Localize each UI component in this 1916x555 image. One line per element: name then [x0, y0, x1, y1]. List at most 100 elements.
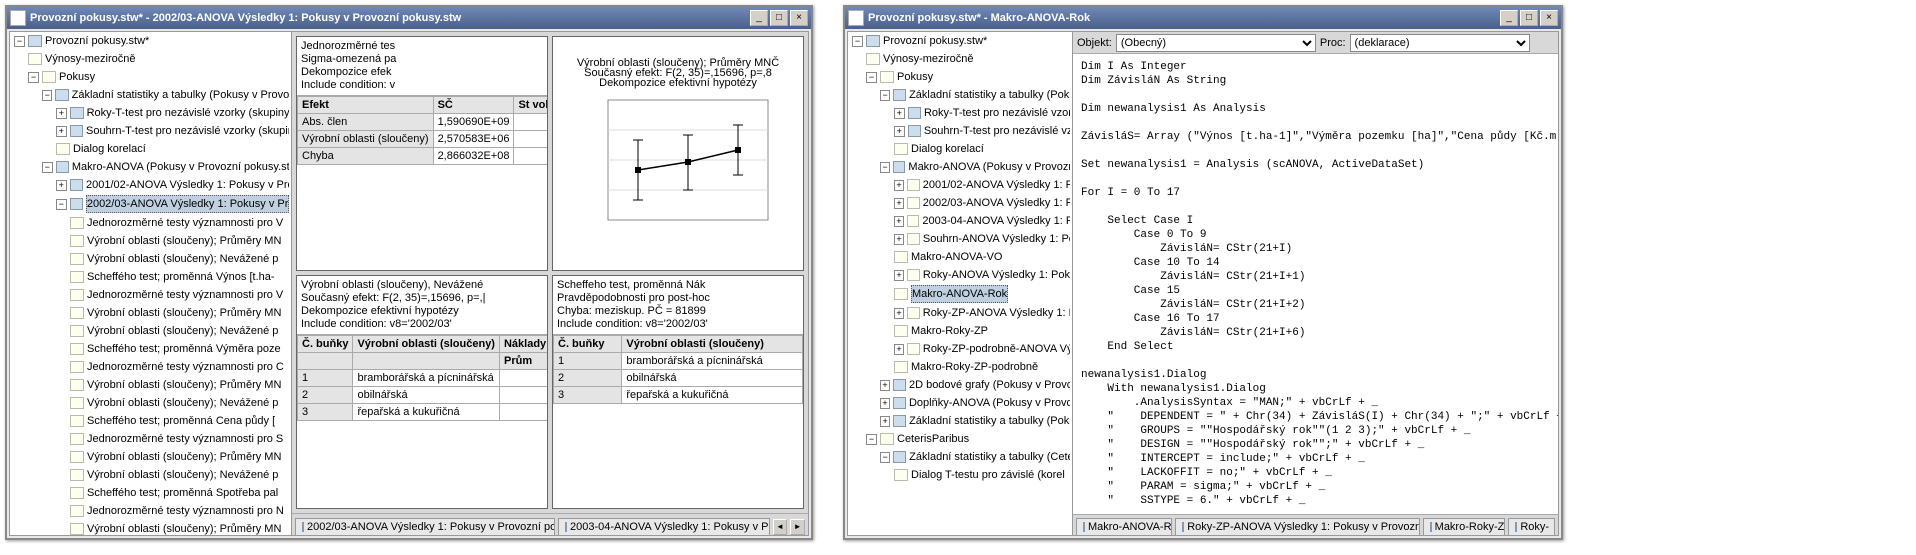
tree-item[interactable]: −Základní statistiky a tabulky (Pokusy — [878, 86, 1072, 104]
tree-item[interactable]: +Souhrn-T-test pro nezávislé vzorky (sku… — [54, 122, 291, 140]
expand-icon[interactable]: − — [880, 162, 890, 173]
tree-item[interactable]: Makro-ANOVA-Rok — [892, 284, 1072, 304]
tree-item[interactable]: −Pokusy — [864, 68, 1072, 86]
tree-item[interactable]: Výrobní oblasti (sloučeny); Nevážené p — [68, 466, 291, 484]
tree-item[interactable]: Výnosy-meziročně — [864, 50, 1072, 68]
expand-icon[interactable]: − — [28, 72, 39, 83]
workbook-tree[interactable]: −Provozní pokusy.stw* Výnosy-meziročně −… — [848, 32, 1073, 535]
tab-scroll-left[interactable]: ◄ — [773, 519, 788, 535]
expand-icon[interactable]: + — [56, 126, 67, 137]
maximize-button[interactable]: □ — [770, 10, 788, 26]
tree-root[interactable]: −Provozní pokusy.stw* — [12, 32, 291, 50]
tree-item[interactable]: Dialog T-testu pro závislé (korel — [892, 466, 1072, 484]
tree-item[interactable]: +Roky-ANOVA Výsledky 1: Pokusy — [892, 266, 1072, 284]
tree-item[interactable]: Výrobní oblasti (sloučeny); Průměry MN — [68, 232, 291, 250]
minimize-button[interactable]: _ — [1500, 10, 1518, 26]
table-row[interactable]: Výrobní oblasti (sloučeny)2,570583E+06 — [298, 131, 549, 148]
tree-item[interactable]: Výnosy-meziročně — [26, 50, 291, 68]
expand-icon[interactable]: − — [42, 162, 53, 173]
means-table-pane[interactable]: Výrobní oblasti (sloučeny), Nevážené Sou… — [296, 275, 548, 510]
tree-item[interactable]: +2002/03-ANOVA Výsledky 1: Pokt — [892, 194, 1072, 212]
tab-makro-roky-zp[interactable]: Makro-Roky-ZP — [1423, 518, 1506, 535]
tree-item[interactable]: Makro-Roky-ZP — [892, 322, 1072, 340]
document-tabs[interactable]: Makro-ANOVA-Rok Roky-ZP-ANOVA Výsledky 1… — [1073, 514, 1558, 535]
expand-icon[interactable]: + — [894, 344, 904, 355]
tree-item[interactable]: +2D bodové grafy (Pokusy v Provozní — [878, 376, 1072, 394]
expand-icon[interactable]: + — [56, 108, 67, 119]
expand-icon[interactable]: + — [894, 216, 904, 227]
tab-results-2002[interactable]: 2002/03-ANOVA Výsledky 1: Pokusy v Provo… — [295, 518, 555, 535]
table-row[interactable]: 2obilnářská — [554, 369, 803, 386]
anova-table-pane[interactable]: Jednorozměrné tes Sigma-omezená pa Dekom… — [296, 36, 548, 271]
tab-roky-zp[interactable]: Roky-ZP-ANOVA Výsledky 1: Pokusy v Provo… — [1175, 518, 1419, 535]
tree-item[interactable]: +Souhrn-ANOVA Výsledky 1: Poku — [892, 230, 1072, 248]
tree-item[interactable]: Výrobní oblasti (sloučeny); Nevážené p — [68, 322, 291, 340]
tree-root[interactable]: −Provozní pokusy.stw* — [850, 32, 1072, 50]
scheffe-table-pane[interactable]: Scheffeho test, proměnná Nák Pravděpodob… — [552, 275, 804, 510]
chart-pane[interactable]: Výrobní oblasti (sloučeny); Průměry MNČ … — [552, 36, 804, 271]
anova-table[interactable]: EfektSČSt vol Abs. člen1,590690E+09 Výro… — [297, 96, 548, 165]
expand-icon[interactable]: − — [880, 90, 890, 101]
tree-item[interactable]: Výrobní oblasti (sloučeny); Nevážené p — [68, 250, 291, 268]
tab-results-2003[interactable]: 2003-04-ANOVA Výsledky 1: Pokusy v Pr — [558, 518, 770, 535]
expand-icon[interactable]: + — [894, 126, 905, 137]
tree-item[interactable]: Výrobní oblasti (sloučeny); Průměry MN — [68, 520, 291, 535]
expand-icon[interactable]: + — [880, 398, 890, 409]
document-tabs[interactable]: 2002/03-ANOVA Výsledky 1: Pokusy v Provo… — [292, 513, 808, 535]
tree-item[interactable]: Jednorozměrné testy významnosti pro S — [68, 430, 291, 448]
tree-item[interactable]: Jednorozměrné testy významnosti pro V — [68, 286, 291, 304]
expand-icon[interactable]: + — [894, 198, 904, 209]
table-row[interactable]: Chyba2,866032E+08 — [298, 148, 549, 165]
titlebar[interactable]: Provozní pokusy.stw* - Makro-ANOVA-Rok _… — [845, 7, 1561, 29]
tree-item-selected[interactable]: −2002/03-ANOVA Výsledky 1: Pokusy v Prov — [54, 194, 291, 214]
tree-item[interactable]: −CeterisParibus — [864, 430, 1072, 448]
minimize-button[interactable]: _ — [750, 10, 768, 26]
proc-select[interactable]: (deklarace) — [1350, 34, 1530, 52]
tree-item[interactable]: +2001/02-ANOVA Výsledky 1: Pokt — [892, 176, 1072, 194]
tree-item[interactable]: Dialog korelací — [54, 140, 291, 158]
expand-icon[interactable]: + — [880, 380, 890, 391]
tree-item[interactable]: +Doplňky-ANOVA (Pokusy v Provozní — [878, 394, 1072, 412]
table-row[interactable]: 1bramborářská a pícninářská — [554, 352, 803, 369]
titlebar[interactable]: Provozní pokusy.stw* - 2002/03-ANOVA Výs… — [7, 7, 811, 29]
tab-scroll-right[interactable]: ► — [790, 519, 805, 535]
tree-item[interactable]: Scheffého test; proměnná Spotřeba pal — [68, 484, 291, 502]
tree-item[interactable]: +Souhrn-T-test pro nezávislé vzo — [892, 122, 1072, 140]
close-button[interactable]: × — [1540, 10, 1558, 26]
expand-icon[interactable]: + — [56, 180, 67, 191]
tab-roky[interactable]: Roky- — [1508, 518, 1555, 535]
tree-item[interactable]: +2003-04-ANOVA Výsledky 1: Poku — [892, 212, 1072, 230]
tree-item[interactable]: Dialog korelací — [892, 140, 1072, 158]
tree-item[interactable]: Výrobní oblasti (sloučeny); Průměry MN — [68, 448, 291, 466]
tree-item[interactable]: −Základní statistiky a tabulky (Ceteris — [878, 448, 1072, 466]
tree-item[interactable]: +Roky-ZP-ANOVA Výsledky 1: Pok — [892, 304, 1072, 322]
expand-icon[interactable]: + — [894, 270, 904, 281]
tree-item[interactable]: Makro-ANOVA-VO — [892, 248, 1072, 266]
means-table[interactable]: Č. buňkyVýrobní oblasti (sloučeny)Náklad… — [297, 335, 548, 421]
scheffe-table[interactable]: Č. buňkyVýrobní oblasti (sloučeny) 1bram… — [553, 335, 803, 404]
expand-icon[interactable]: − — [42, 90, 52, 101]
tree-item[interactable]: Jednorozměrné testy významnosti pro C — [68, 358, 291, 376]
table-row[interactable]: 3řepařská a kukuřičná71 — [298, 403, 549, 420]
expand-icon[interactable]: − — [56, 199, 67, 210]
tree-item[interactable]: −Základní statistiky a tabulky (Pokusy v… — [40, 86, 291, 104]
tree-item[interactable]: +Roky-T-test pro nezávislé vzorky (skupi… — [54, 104, 291, 122]
tree-item[interactable]: Scheffého test; proměnná Výnos [t.ha- — [68, 268, 291, 286]
expand-icon[interactable]: + — [894, 308, 904, 319]
expand-icon[interactable]: + — [894, 234, 904, 245]
tree-item[interactable]: Jednorozměrné testy významnosti pro V — [68, 214, 291, 232]
expand-icon[interactable]: + — [894, 108, 905, 119]
table-row[interactable]: 1bramborářská a pícninářská65 — [298, 369, 549, 386]
maximize-button[interactable]: □ — [1520, 10, 1538, 26]
expand-icon[interactable]: − — [852, 36, 863, 47]
table-row[interactable]: 3řepařská a kukuřičná — [554, 386, 803, 403]
expand-icon[interactable]: − — [866, 434, 877, 445]
table-row[interactable]: 2obilnářská72 — [298, 386, 549, 403]
expand-icon[interactable]: − — [14, 36, 25, 47]
tree-item[interactable]: −Makro-ANOVA (Pokusy v Provozní pokusy.s… — [40, 158, 291, 176]
tree-item[interactable]: Výrobní oblasti (sloučeny); Nevážené p — [68, 394, 291, 412]
tree-item[interactable]: −Makro-ANOVA (Pokusy v Provozní po — [878, 158, 1072, 176]
tree-item[interactable]: Scheffého test; proměnná Výměra poze — [68, 340, 291, 358]
expand-icon[interactable]: − — [880, 452, 890, 463]
tree-item[interactable]: +Roky-T-test pro nezávislé vzork — [892, 104, 1072, 122]
